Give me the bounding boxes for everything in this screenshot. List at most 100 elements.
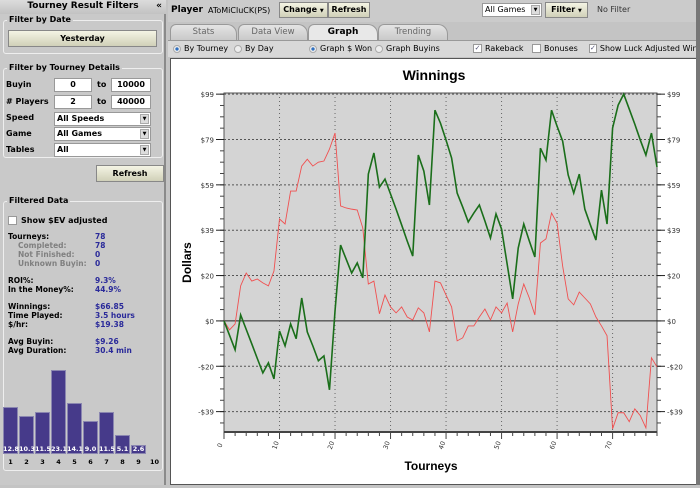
game-value: All Games <box>57 129 102 138</box>
histogram-value: 14.1 <box>67 445 84 453</box>
histogram-category: 10 <box>149 458 160 466</box>
y-tick-label: $20 <box>201 273 214 281</box>
y-tick-label: $0 <box>205 318 214 326</box>
speed-value: All Speeds <box>57 114 105 123</box>
radio-icon <box>375 44 383 53</box>
group-label: Filter by Tourney Details <box>7 63 122 72</box>
graph-buyins-radio[interactable]: Graph Buyins <box>375 44 440 53</box>
option-label: By Tourney <box>184 44 229 53</box>
option-label: Show Luck Adjusted Winnings <box>599 44 700 53</box>
filter-button[interactable]: Filter ▼ <box>545 2 588 18</box>
radio-selected-icon <box>309 44 317 53</box>
filtered-data-group: Filtered Data Show $EV adjusted Tourneys… <box>3 196 163 471</box>
y-tick-label-right: $99 <box>667 91 680 99</box>
games-select[interactable]: All Games ▼ <box>482 3 542 17</box>
histogram-category: 3 <box>40 458 45 466</box>
y-tick-label-right: $20 <box>667 273 680 281</box>
refresh-filters-button[interactable]: Refresh <box>96 165 164 182</box>
buyin-to-input[interactable]: 10000 <box>111 78 151 92</box>
y-tick-label-right: -$39 <box>667 409 683 417</box>
filters-panel: Tourney Result Filters « Filter by Date Y… <box>0 0 166 485</box>
stat-label: Not Finished: <box>18 250 75 259</box>
stat-label: ROI%: <box>8 276 34 285</box>
histogram-bar <box>51 369 66 454</box>
games-value: All Games <box>485 5 526 14</box>
winnings-chart: Winnings Tourneys Dollars $99 $99 $79 $79 $59 $5… <box>170 58 697 485</box>
chart-title: Winnings <box>403 67 466 83</box>
checkmark-icon: ✓ <box>589 44 597 53</box>
stat-label: $/hr: <box>8 320 28 329</box>
histogram-value: 11.5 <box>35 445 52 453</box>
stat-value: 0 <box>95 259 101 268</box>
by-tourney-radio[interactable]: By Tourney <box>173 44 228 53</box>
x-axis-label: Tourneys <box>404 459 457 473</box>
stat-value: 78 <box>95 232 106 241</box>
yesterday-button[interactable]: Yesterday <box>8 30 157 47</box>
game-label: Game <box>6 129 32 138</box>
luck-adjusted-checkbox[interactable]: ✓Show Luck Adjusted Winnings <box>589 44 700 53</box>
panel-header: Tourney Result Filters « <box>0 0 166 14</box>
game-select[interactable]: All Games ▼ <box>54 127 151 141</box>
x-tick-label: 10 <box>270 440 280 451</box>
player-name: AToMiCluCK(PS) <box>208 6 271 15</box>
histogram-category: 5 <box>72 458 77 466</box>
y-tick-label: -$39 <box>198 409 214 417</box>
stat-value: 0 <box>95 250 101 259</box>
rakeback-checkbox[interactable]: ✓ Rakeback <box>473 44 524 53</box>
stat-label: Tourneys: <box>8 232 50 241</box>
histogram-category: 2 <box>24 458 29 466</box>
filter-label: Filter <box>551 5 576 14</box>
chevron-down-icon: ▼ <box>140 114 149 124</box>
player-label: Player <box>171 5 203 15</box>
y-tick-label-right: -$20 <box>667 363 683 371</box>
chevron-down-icon: ▼ <box>578 8 582 14</box>
y-tick-label-right: $59 <box>667 182 680 190</box>
graph-won-radio[interactable]: Graph $ Won <box>309 44 372 53</box>
stat-label: Winnings: <box>8 302 51 311</box>
change-button[interactable]: Change ▼ <box>279 2 328 18</box>
tables-label: Tables <box>6 145 35 154</box>
refresh-button[interactable]: Refresh <box>328 2 370 18</box>
stat-value: 30.4 min <box>95 346 132 355</box>
chevron-down-icon: ▼ <box>531 5 540 15</box>
radio-icon <box>234 44 242 53</box>
y-tick-label: $79 <box>201 136 214 144</box>
x-tick-label: 50 <box>493 440 503 451</box>
bonuses-checkbox[interactable]: Bonuses <box>532 44 578 53</box>
window-border <box>696 0 700 485</box>
tables-value: All <box>57 145 69 154</box>
players-from-input[interactable]: 2 <box>54 95 92 109</box>
tab-graph[interactable]: Graph <box>308 24 378 41</box>
tab-stats[interactable]: Stats <box>170 24 237 40</box>
stat-value: 9.3% <box>95 276 116 285</box>
buyin-from-input[interactable]: 0 <box>54 78 92 92</box>
y-tick-label: $99 <box>201 91 214 99</box>
histogram-category: 8 <box>120 458 125 466</box>
main-panel: Player AToMiCluCK(PS) Change ▼ Refresh A… <box>168 0 700 485</box>
histogram-value: 10.3 <box>19 445 36 453</box>
show-ev-checkbox[interactable] <box>8 216 17 225</box>
tables-select[interactable]: All ▼ <box>54 143 151 157</box>
stat-value: $66.85 <box>95 302 124 311</box>
tab-trending[interactable]: Trending <box>378 24 448 40</box>
histogram-value: 12.8 <box>3 445 20 453</box>
chevron-down-icon: ▼ <box>319 8 324 14</box>
tab-data-view[interactable]: Data View <box>238 24 308 40</box>
chart-svg: Winnings Tourneys Dollars $99 $99 $79 $79 $59 $5… <box>180 67 683 473</box>
filter-by-details-group: Filter by Tourney Details Buyin 0 to 100… <box>3 63 163 158</box>
x-tick-label: 70 <box>604 440 614 451</box>
radio-selected-icon <box>173 44 181 53</box>
collapse-icon[interactable]: « <box>156 0 162 13</box>
buyin-label: Buyin <box>6 80 32 89</box>
speed-label: Speed <box>6 113 35 122</box>
plot-area <box>223 92 658 433</box>
by-day-radio[interactable]: By Day <box>234 44 274 53</box>
players-to-input[interactable]: 40000 <box>111 95 151 109</box>
y-tick-label-right: $39 <box>667 227 680 235</box>
speed-select[interactable]: All Speeds ▼ <box>54 112 151 126</box>
histogram-category: 4 <box>56 458 61 466</box>
group-label: Filtered Data <box>7 196 71 205</box>
checkmark-icon: ✓ <box>473 44 482 53</box>
filter-by-date-group: Filter by Date Yesterday <box>3 15 163 54</box>
histogram-category: 7 <box>104 458 109 466</box>
